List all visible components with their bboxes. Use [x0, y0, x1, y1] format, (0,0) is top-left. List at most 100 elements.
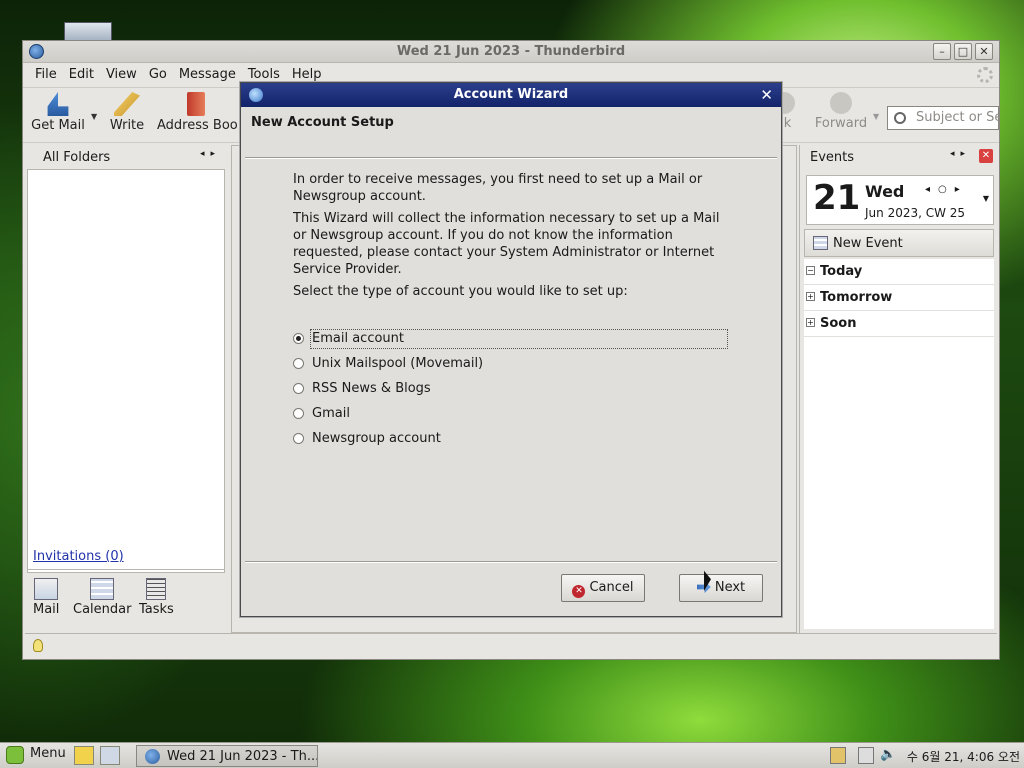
dialog-app-icon — [249, 88, 263, 102]
volume-icon[interactable]: 🔈 — [880, 747, 896, 764]
radio-label: Newsgroup account — [312, 431, 441, 446]
write-label: Write — [109, 118, 145, 133]
taskbar-thunderbird-task[interactable]: Wed 21 Jun 2023 - Th... — [136, 745, 318, 767]
radio-newsgroup-account[interactable]: Newsgroup account — [293, 426, 728, 451]
mail-icon — [34, 578, 59, 600]
address-book-label: Address Boo — [157, 118, 238, 133]
calendar-mode-button[interactable]: Calendar — [73, 578, 131, 617]
agenda-today[interactable]: − Today — [804, 259, 994, 285]
radio-button[interactable] — [293, 433, 304, 444]
next-button[interactable]: Next — [679, 574, 763, 602]
calendar-mode-label: Calendar — [73, 602, 132, 617]
dialog-titlebar[interactable]: Account Wizard ✕ — [241, 83, 781, 107]
month-week-label: Jun 2023, CW 25 — [865, 206, 966, 220]
today-date-box: 21 Wed ◂○▸ Jun 2023, CW 25 ▼ — [806, 175, 994, 225]
agenda-tomorrow-label: Tomorrow — [820, 290, 893, 305]
events-header-label: Events — [810, 149, 855, 165]
header-divider — [245, 157, 777, 159]
search-input[interactable]: Subject or Se — [887, 106, 999, 130]
forward-label: Forward — [814, 116, 868, 131]
menu-label: Menu — [30, 746, 66, 761]
tasks-mode-label: Tasks — [139, 602, 174, 617]
radio-button[interactable] — [293, 358, 304, 369]
collapse-icon[interactable]: − — [806, 266, 815, 275]
select-prompt: Select the type of account you would lik… — [293, 284, 628, 299]
close-button[interactable]: ✕ — [975, 43, 993, 60]
menu-edit[interactable]: Edit — [63, 67, 100, 82]
get-mail-dropdown-icon[interactable]: ▼ — [91, 112, 97, 121]
network-icon[interactable] — [858, 747, 874, 764]
radio-email-account[interactable]: Email account — [293, 326, 728, 351]
radio-rss-news[interactable]: RSS News & Blogs — [293, 376, 728, 401]
events-nav-arrows-icon[interactable]: ◂▸ — [950, 149, 971, 159]
radio-button[interactable] — [293, 408, 304, 419]
wizard-page-heading: New Account Setup — [251, 115, 394, 130]
tasks-mode-button[interactable]: Tasks — [139, 578, 174, 617]
new-event-icon — [813, 236, 828, 250]
window-title: Wed 21 Jun 2023 - Thunderbird — [396, 44, 626, 59]
address-book-button[interactable]: Address Boo — [157, 92, 241, 133]
forward-button[interactable]: Forward — [813, 92, 869, 131]
folder-tree[interactable] — [27, 169, 225, 573]
menu-view[interactable]: View — [100, 67, 143, 82]
agenda-soon[interactable]: + Soon — [804, 311, 994, 337]
intro-paragraph: In order to receive messages, you first … — [293, 172, 703, 204]
next-label: Next — [714, 580, 746, 595]
lock-icon[interactable] — [830, 747, 846, 764]
address-book-icon — [187, 92, 205, 116]
mail-mode-button[interactable]: Mail — [33, 578, 59, 617]
tasks-icon — [146, 578, 167, 600]
menu-file[interactable]: File — [29, 67, 63, 82]
radio-button[interactable] — [293, 333, 304, 344]
dialog-close-icon[interactable]: ✕ — [760, 83, 773, 107]
date-dropdown-icon[interactable]: ▼ — [983, 194, 989, 203]
mouse-cursor-icon — [704, 570, 711, 594]
cancel-label: Cancel — [589, 580, 634, 595]
expand-icon[interactable]: + — [806, 292, 815, 301]
folder-pane: All Folders ◂▸ Invitations (0) Mail Cale… — [25, 145, 227, 633]
day-number: 21 — [813, 178, 861, 218]
radio-unix-mailspool[interactable]: Unix Mailspool (Movemail) — [293, 351, 728, 376]
text-editor-launcher-icon[interactable] — [74, 746, 94, 765]
radio-gmail[interactable]: Gmail — [293, 401, 728, 426]
agenda-today-label: Today — [820, 264, 863, 279]
radio-label: Unix Mailspool (Movemail) — [312, 356, 484, 371]
events-close-icon[interactable]: ✕ — [979, 149, 993, 163]
events-pane: Events ◂▸ ✕ 21 Wed ◂○▸ Jun 2023, CW 25 ▼… — [799, 145, 997, 633]
menu-tools[interactable]: Tools — [242, 67, 286, 82]
new-event-button[interactable]: New Event — [804, 229, 994, 257]
get-mail-icon — [47, 92, 69, 116]
clock[interactable]: 수 6월 21, 4:06 오전 — [907, 748, 1020, 765]
radio-label: Email account — [310, 328, 728, 349]
menu-go[interactable]: Go — [143, 67, 173, 82]
expand-icon[interactable]: + — [806, 318, 815, 327]
invitations-link[interactable]: Invitations (0) — [33, 549, 124, 564]
menu-help[interactable]: Help — [286, 67, 328, 82]
get-mail-label: Get Mail — [31, 118, 85, 133]
terminal-launcher-icon[interactable] — [100, 746, 120, 765]
cancel-icon: ✕ — [572, 585, 586, 598]
activity-throbber-icon — [977, 67, 993, 83]
day-navigation-icon[interactable]: ◂○▸ — [925, 184, 968, 195]
radio-label: Gmail — [312, 406, 350, 421]
start-menu-button[interactable]: Menu — [6, 746, 66, 764]
minimize-button[interactable]: – — [933, 43, 951, 60]
get-mail-button[interactable]: Get Mail — [31, 92, 85, 133]
weekday: Wed — [865, 182, 905, 201]
pencil-icon — [114, 92, 140, 116]
mint-logo-icon — [6, 746, 24, 764]
write-button[interactable]: Write — [107, 92, 147, 133]
folder-pane-header[interactable]: All Folders — [25, 145, 227, 169]
account-type-radio-group: Email account Unix Mailspool (Movemail) … — [293, 326, 728, 451]
folder-view-arrows-icon[interactable]: ◂▸ — [200, 149, 221, 159]
folder-view-label: All Folders — [43, 149, 111, 165]
agenda-tomorrow[interactable]: + Tomorrow — [804, 285, 994, 311]
lightbulb-icon — [33, 639, 43, 652]
cancel-button[interactable]: ✕ Cancel — [561, 574, 645, 602]
window-titlebar[interactable]: Wed 21 Jun 2023 - Thunderbird – □ ✕ — [23, 41, 999, 63]
radio-button[interactable] — [293, 383, 304, 394]
calendar-icon — [90, 578, 115, 600]
maximize-button[interactable]: □ — [954, 43, 972, 60]
forward-dropdown-icon[interactable]: ▼ — [873, 112, 879, 121]
menu-message[interactable]: Message — [173, 67, 242, 82]
